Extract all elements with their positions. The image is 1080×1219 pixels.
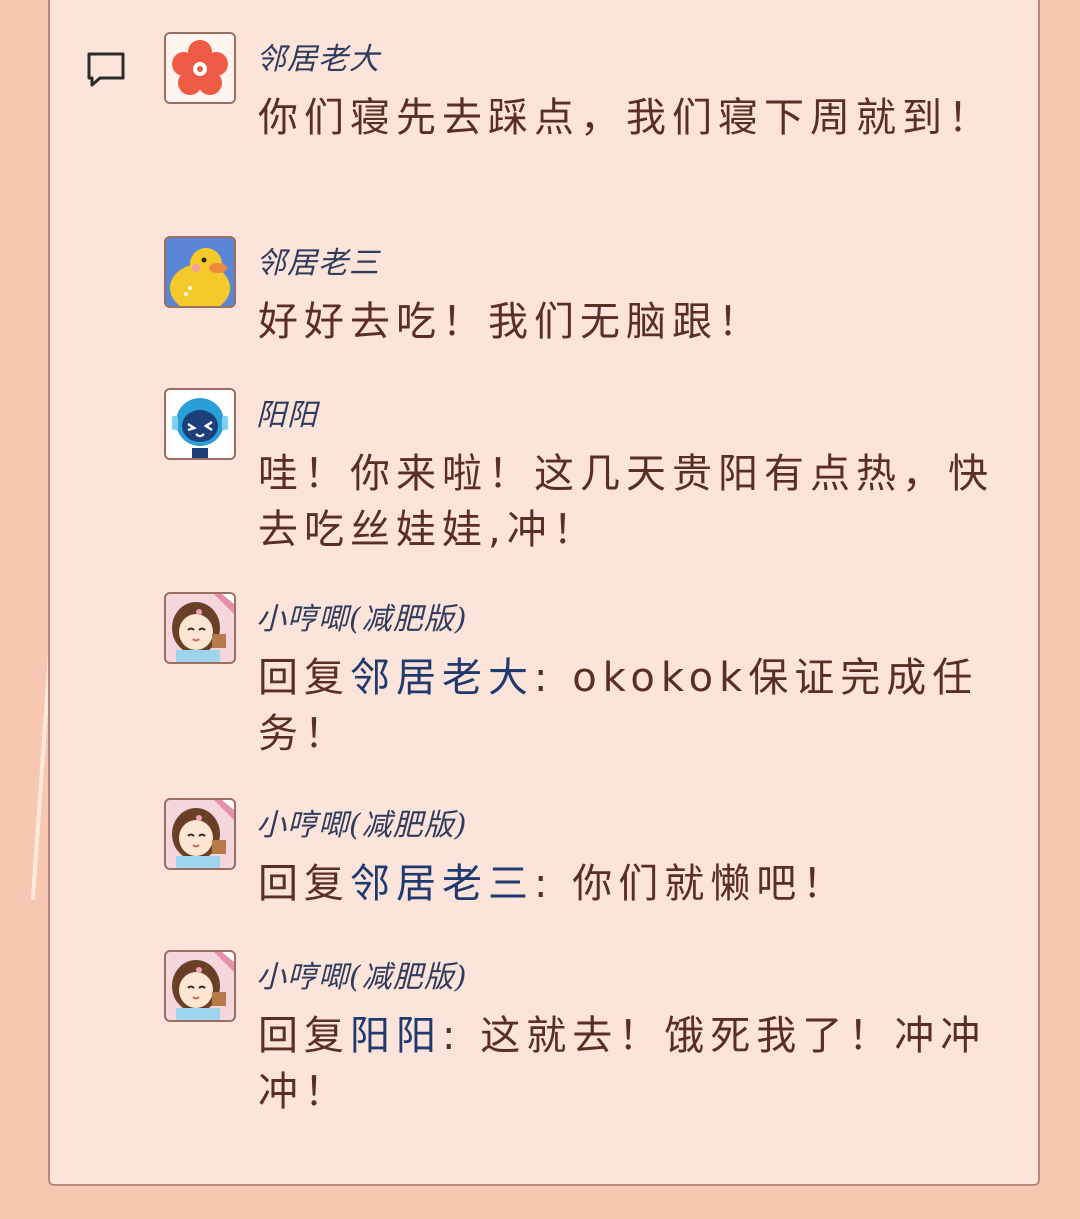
duck-avatar[interactable] xyxy=(164,236,236,308)
girl-avatar[interactable] xyxy=(164,950,236,1022)
comment-icon xyxy=(87,52,125,87)
reply-target-name[interactable]: 邻居老三 xyxy=(350,861,534,907)
reply-colon: : xyxy=(442,1013,481,1059)
commenter-name[interactable]: 小哼唧(减肥版) xyxy=(256,594,467,638)
reply-message: 你们就懒吧！ xyxy=(572,861,849,907)
comment-text: 回复邻居老大: okokok保证完成任务！ xyxy=(258,650,1018,762)
commenter-name[interactable]: 邻居老三 xyxy=(256,238,380,282)
commenter-name[interactable]: 邻居老大 xyxy=(256,34,380,78)
reply-target-name[interactable]: 阳阳 xyxy=(350,1013,442,1059)
comment-text: 哇！你来啦！这几天贵阳有点热，快去吃丝娃娃,冲！ xyxy=(258,451,994,553)
commenter-name[interactable]: 小哼唧(减肥版) xyxy=(256,952,467,996)
girl-avatar[interactable] xyxy=(164,798,236,870)
reply-colon: : xyxy=(534,861,573,907)
astronaut-avatar[interactable] xyxy=(164,388,236,460)
reply-prefix: 回复 xyxy=(258,1013,350,1059)
reply-prefix: 回复 xyxy=(258,861,350,907)
commenter-name[interactable]: 小哼唧(减肥版) xyxy=(256,800,467,844)
flower-avatar[interactable] xyxy=(164,32,236,104)
comment-text: 回复邻居老三: 你们就懒吧！ xyxy=(258,856,1018,912)
commenter-name[interactable]: 阳阳 xyxy=(256,390,318,434)
comment-text: 你们寝先去踩点，我们寝下周就到！ xyxy=(258,95,994,141)
girl-avatar[interactable] xyxy=(164,592,236,664)
comment-text: 好好去吃！我们无脑跟！ xyxy=(258,299,764,345)
reply-prefix: 回复 xyxy=(258,655,350,701)
reply-target-name[interactable]: 邻居老大 xyxy=(350,655,534,701)
reply-colon: : xyxy=(534,655,573,701)
comment-text: 回复阳阳: 这就去！饿死我了！冲冲冲！ xyxy=(258,1008,1018,1120)
